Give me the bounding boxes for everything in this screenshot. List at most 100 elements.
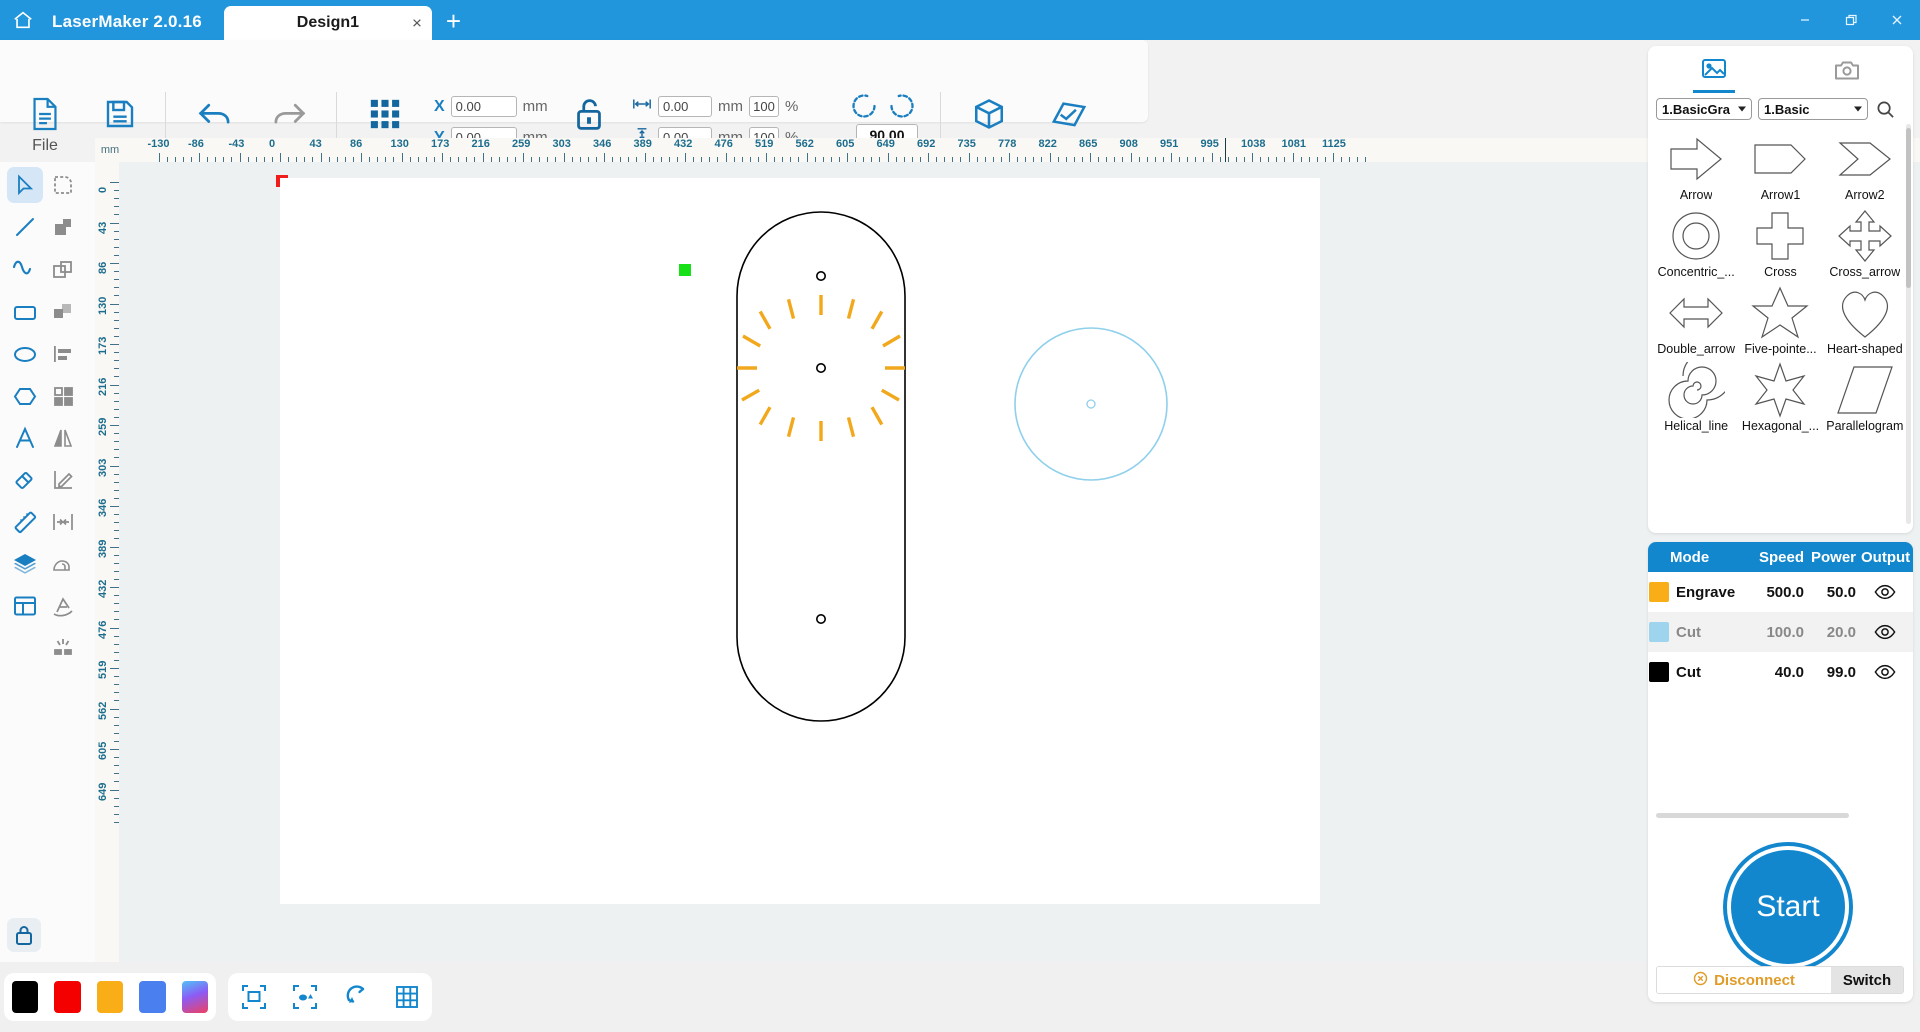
library-scrollbar-thumb[interactable] — [1906, 128, 1911, 288]
select-tool[interactable] — [7, 167, 43, 203]
distribute-tool[interactable] — [45, 378, 81, 414]
ruler-major-tick — [110, 182, 119, 183]
library-shape-11[interactable]: Parallelogram — [1823, 359, 1907, 436]
horizontal-ruler[interactable]: -130 -86 -43 0 43 86 130 173 216 259 303 346 389 432 4… — [95, 138, 1920, 162]
offset-tool[interactable] — [45, 462, 81, 498]
spacing-tool[interactable] — [45, 504, 81, 540]
library-shape-3[interactable]: Concentric_... — [1654, 205, 1738, 282]
select-objects-button[interactable] — [288, 978, 321, 1016]
tab-camera[interactable] — [1781, 46, 1914, 96]
frame-tool[interactable] — [7, 588, 43, 624]
library-shape-4[interactable]: Cross — [1738, 205, 1822, 282]
layer-row[interactable]: Engrave 500.0 50.0 — [1648, 572, 1913, 612]
layer-color-swatch[interactable] — [1649, 662, 1669, 682]
bitmap-tool[interactable] — [45, 546, 81, 582]
align-tool[interactable] — [45, 336, 81, 372]
layer-scrollbar[interactable] — [1656, 813, 1849, 818]
width-percent-input[interactable]: 100 — [749, 96, 779, 117]
eraser-tool[interactable] — [7, 462, 43, 498]
text-path-tool[interactable] — [45, 588, 81, 624]
vertical-ruler[interactable]: 0 43 86 130 173 216 259 303 346 389 432 476 519 562 60… — [95, 162, 119, 962]
mirror-tool[interactable] — [45, 420, 81, 456]
layer-row[interactable]: Cut 100.0 20.0 — [1648, 612, 1913, 652]
library-shape-6[interactable]: Double_arrow — [1654, 282, 1738, 359]
x-input[interactable]: 0.00 — [450, 96, 517, 117]
ruler-major-tick — [199, 153, 200, 162]
library-shape-7[interactable]: Five-pointe... — [1738, 282, 1822, 359]
tool-rail — [0, 162, 95, 962]
swatch-red[interactable] — [54, 981, 81, 1013]
ruler-major-tick — [1130, 153, 1132, 162]
layer-row[interactable]: Cut 40.0 99.0 — [1648, 652, 1913, 692]
layer-color-swatch[interactable] — [1649, 622, 1669, 642]
disconnect-button[interactable]: Disconnect — [1657, 967, 1831, 993]
home-icon[interactable] — [0, 0, 46, 40]
close-window-icon[interactable] — [1874, 3, 1920, 37]
rotate-clockwise-icon[interactable] — [888, 92, 916, 125]
curve-tool[interactable] — [7, 252, 43, 288]
ruler-major-tick — [320, 153, 322, 162]
ellipse-tool[interactable] — [7, 336, 43, 372]
file-button[interactable]: File — [2, 92, 88, 155]
width-input[interactable]: 0.00 — [658, 96, 712, 117]
layers-tool[interactable] — [7, 546, 43, 582]
ruler-label-h: 86 — [350, 138, 363, 150]
library-shape-label: Hexagonal_... — [1741, 419, 1820, 433]
minimize-icon[interactable] — [1782, 3, 1828, 37]
bottom-bar — [0, 962, 1920, 1032]
text-tool[interactable] — [7, 420, 43, 456]
switch-button[interactable]: Switch — [1831, 967, 1903, 993]
ruler-label-v: 0 — [97, 186, 109, 193]
bounding-box-button[interactable] — [237, 978, 270, 1016]
swatch-blue[interactable] — [139, 981, 166, 1013]
document-tab[interactable]: Design1 × — [223, 6, 432, 40]
swatch-gradient[interactable] — [181, 981, 209, 1013]
measure-tool[interactable] — [7, 504, 43, 540]
ruler-major-tick — [928, 153, 929, 162]
selection-handle[interactable] — [679, 264, 691, 276]
subtract-tool[interactable] — [45, 252, 81, 288]
library-shape-5[interactable]: Cross_arrow — [1823, 205, 1907, 282]
swatch-orange[interactable] — [96, 981, 124, 1013]
ruler-label-h: 389 — [633, 138, 652, 150]
start-button[interactable]: Start — [1727, 846, 1849, 968]
ruler-label-h: 173 — [431, 138, 450, 150]
grid-snap-button[interactable] — [390, 978, 423, 1016]
library-shape-9[interactable]: Helical_line — [1654, 359, 1738, 436]
library-shape-1[interactable]: Arrow1 — [1738, 128, 1822, 205]
eye-icon[interactable] — [1856, 664, 1913, 680]
library-shape-label: Parallelogram — [1826, 419, 1904, 433]
rotate-counterclockwise-icon[interactable] — [850, 92, 878, 125]
ruler-major-tick — [110, 465, 119, 467]
work-sheet[interactable] — [280, 178, 1320, 904]
cross-arrow-shape — [1837, 210, 1892, 262]
chevron-down-icon — [1738, 106, 1746, 112]
library-shape-0[interactable]: Arrow — [1654, 128, 1738, 205]
library-shape-2[interactable]: Arrow2 — [1823, 128, 1907, 205]
box-icon — [972, 92, 1006, 136]
close-tab-icon[interactable]: × — [412, 15, 422, 32]
eye-icon[interactable] — [1856, 584, 1913, 600]
library-shape-8[interactable]: Heart-shaped — [1823, 282, 1907, 359]
rectangle-tool[interactable] — [7, 294, 43, 330]
polygon-tool[interactable] — [7, 378, 43, 414]
restore-icon[interactable] — [1828, 3, 1874, 37]
lock-canvas-button[interactable] — [7, 918, 41, 952]
category-select[interactable]: 1.BasicGra — [1656, 98, 1752, 120]
swatch-black[interactable] — [12, 981, 39, 1013]
search-icon[interactable] — [1874, 100, 1895, 119]
eye-icon[interactable] — [1856, 624, 1913, 640]
new-tab-button[interactable]: + — [432, 8, 475, 40]
layer-color-swatch[interactable] — [1649, 582, 1669, 602]
line-tool[interactable] — [7, 209, 43, 245]
union-tool[interactable] — [45, 209, 81, 245]
magnet-snap-button[interactable] — [339, 978, 372, 1016]
library-shape-10[interactable]: Hexagonal_... — [1738, 359, 1822, 436]
canvas-actions — [228, 973, 432, 1021]
subcategory-select[interactable]: 1.Basic — [1758, 98, 1868, 120]
laser-point-tool[interactable] — [45, 630, 81, 666]
tab-graphics-library[interactable] — [1648, 46, 1781, 96]
node-edit-tool[interactable] — [45, 167, 81, 203]
picture-icon — [1701, 57, 1727, 86]
intersect-tool[interactable] — [45, 294, 81, 330]
